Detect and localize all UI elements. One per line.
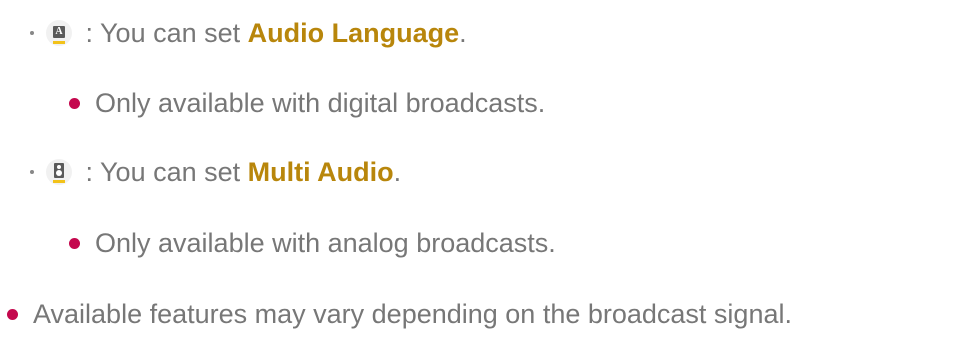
audio-language-item: A : You can set Audio Language . xyxy=(30,17,467,49)
audio-language-icon: A xyxy=(46,20,72,46)
features-note: Available features may vary depending on… xyxy=(7,298,792,330)
small-bullet xyxy=(30,170,34,174)
multi-audio-item: : You can set Multi Audio . xyxy=(30,156,401,188)
item-suffix: . xyxy=(393,157,402,187)
multi-audio-icon xyxy=(46,159,72,185)
note-text: Only available with analog broadcasts. xyxy=(95,228,556,258)
note-text: Available features may vary depending on… xyxy=(33,299,792,329)
item-prefix: : You can set xyxy=(78,157,248,187)
note-bullet xyxy=(7,308,18,320)
note-text: Only available with digital broadcasts. xyxy=(95,88,546,118)
small-bullet xyxy=(30,31,34,35)
digital-broadcast-note: Only available with digital broadcasts. xyxy=(69,87,545,119)
item-prefix: : You can set xyxy=(78,18,248,48)
analog-broadcast-note: Only available with analog broadcasts. xyxy=(69,227,556,259)
multi-audio-label: Multi Audio xyxy=(247,157,394,187)
item-suffix: . xyxy=(459,18,467,48)
note-bullet xyxy=(69,97,80,109)
audio-language-label: Audio Language xyxy=(247,18,460,48)
note-bullet xyxy=(69,237,80,249)
